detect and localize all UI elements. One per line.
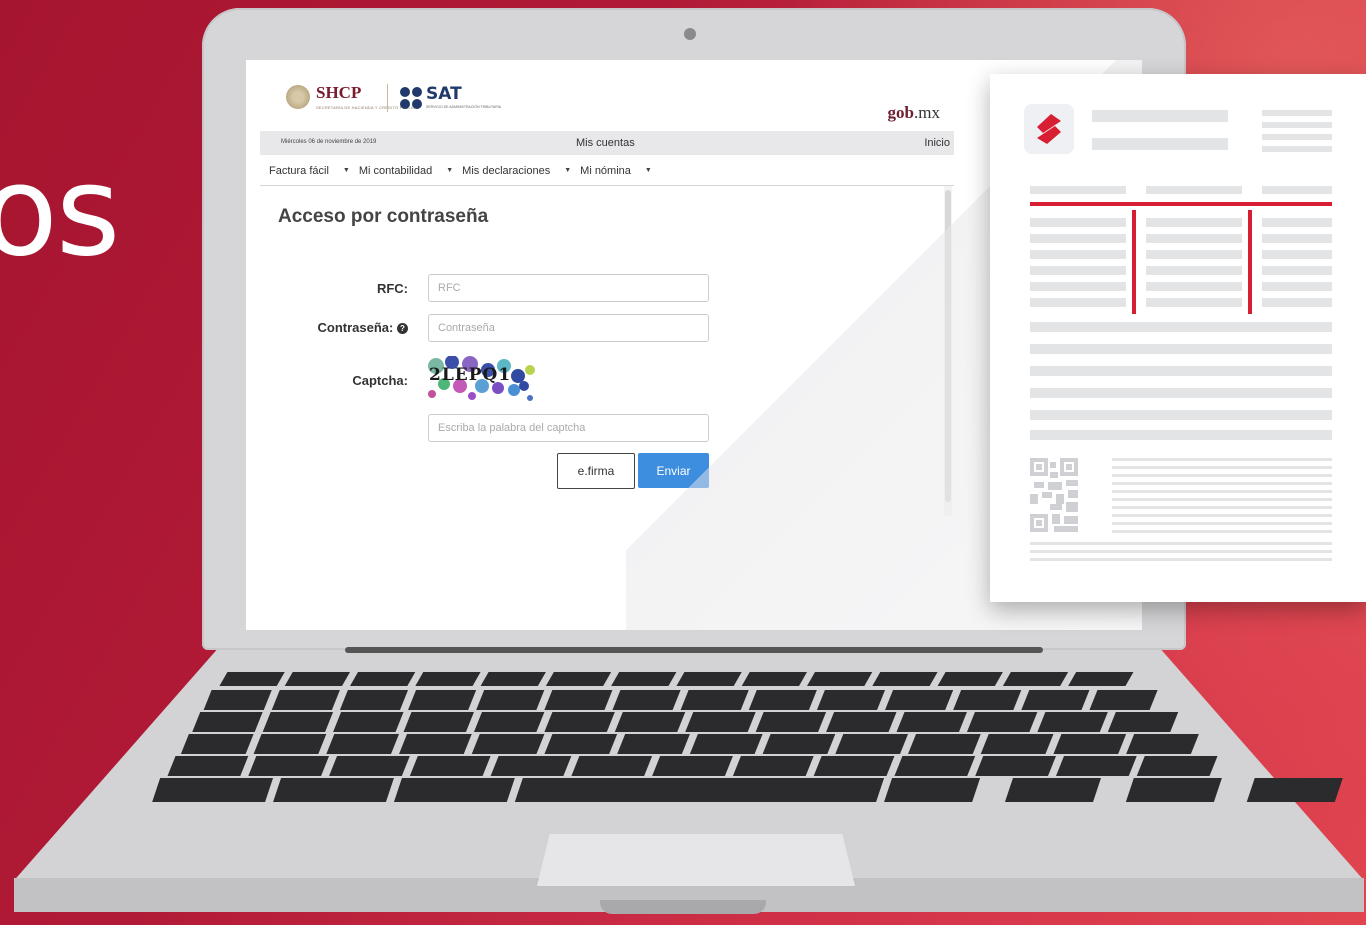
gob-mx-logo[interactable]: gob.mx (888, 103, 940, 123)
sat-dots-icon (400, 86, 422, 109)
rfc-label: RFC: (376, 281, 408, 296)
page-title: Acceso por contraseña (278, 206, 489, 227)
table-column-rule (1248, 210, 1252, 314)
gob-mx-suffix: .mx (914, 103, 940, 122)
table-header-rule (1030, 202, 1332, 206)
qr-code-icon (1030, 458, 1078, 532)
captcha-image: 2LEPQ1 (428, 356, 535, 401)
menu-item-label: Mis declaraciones (462, 164, 551, 177)
logo-divider (387, 84, 388, 112)
inicio-link[interactable]: Inicio (924, 137, 950, 149)
caret-down-icon: ▼ (446, 167, 454, 174)
background-headline: os (0, 140, 120, 284)
password-label: Contraseña: ? (286, 320, 408, 335)
question-icon[interactable]: ? (397, 323, 408, 334)
table-column-rule (1132, 210, 1136, 314)
national-seal-icon (286, 85, 310, 109)
main-menu: Factura fácil ▼ Mi contabilidad ▼ Mis de… (260, 156, 954, 186)
shcp-logo-text: SHCP (316, 83, 362, 102)
menu-item-label: Mi nómina (580, 164, 631, 177)
menu-item-label: Mi contabilidad (358, 164, 433, 177)
enviar-button[interactable]: Enviar (638, 453, 709, 488)
rfc-input[interactable] (428, 274, 709, 302)
brand-logo-icon (1024, 104, 1074, 154)
sat-logo-subtitle: SERVICIO DE ADMINISTRACIÓN TRIBUTARIA (426, 105, 502, 109)
captcha-input[interactable] (428, 414, 709, 442)
gob-mx-prefix: gob (887, 103, 915, 122)
menu-item-label: Factura fácil (269, 164, 329, 177)
caret-down-icon: ▼ (342, 167, 350, 174)
menu-item-mis-declaraciones[interactable]: Mis declaraciones ▼ (462, 165, 571, 177)
invoice-document (990, 74, 1366, 602)
camera-icon (684, 28, 696, 40)
captcha-label: Captcha: (352, 373, 408, 388)
laptop-trackpad (537, 834, 855, 886)
scrollbar[interactable] (944, 186, 952, 516)
laptop-hinge (345, 647, 1043, 653)
password-input[interactable] (428, 314, 709, 342)
mis-cuentas-link[interactable]: Mis cuentas (576, 137, 635, 149)
laptop-notch (600, 900, 766, 914)
menu-item-factura-facil[interactable]: Factura fácil ▼ (269, 165, 350, 177)
sat-logo-text: SAT (426, 84, 462, 104)
captcha-text: 2LEPQ1 (429, 365, 511, 385)
sat-logo[interactable]: SAT SERVICIO DE ADMINISTRACIÓN TRIBUTARI… (400, 86, 501, 109)
current-date: Miércoles 06 de noviembre de 2019 (281, 139, 377, 145)
scrollbar-thumb[interactable] (945, 190, 951, 502)
efirma-button[interactable]: e.firma (557, 453, 635, 489)
info-bar: Miércoles 06 de noviembre de 2019 Mis cu… (260, 131, 954, 155)
shcp-logo[interactable]: SHCP SECRETARÍA DE HACIENDA Y CRÉDITO PÚ… (286, 84, 419, 110)
menu-item-mi-nomina[interactable]: Mi nómina ▼ (580, 165, 652, 177)
caret-down-icon: ▼ (644, 167, 652, 174)
password-label-text: Contraseña: (317, 320, 394, 335)
menu-item-mi-contabilidad[interactable]: Mi contabilidad ▼ (359, 165, 453, 177)
caret-down-icon: ▼ (564, 167, 572, 174)
